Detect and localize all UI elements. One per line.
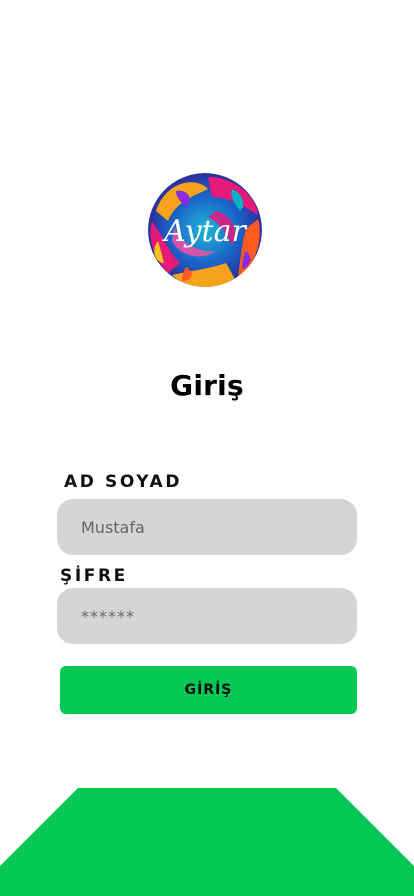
login-button[interactable]: GİRİŞ <box>60 666 357 714</box>
password-field-label: ŞİFRE <box>60 566 128 586</box>
page-title: Giriş <box>170 369 244 402</box>
name-field-label: AD SOYAD <box>64 472 183 492</box>
password-input[interactable] <box>57 588 357 644</box>
aytar-logo-image: Aytar <box>148 173 262 287</box>
app-logo: Aytar <box>146 171 264 289</box>
logo-wordmark: Aytar <box>161 214 247 249</box>
bottom-decoration <box>0 788 414 896</box>
name-input[interactable] <box>57 499 357 555</box>
